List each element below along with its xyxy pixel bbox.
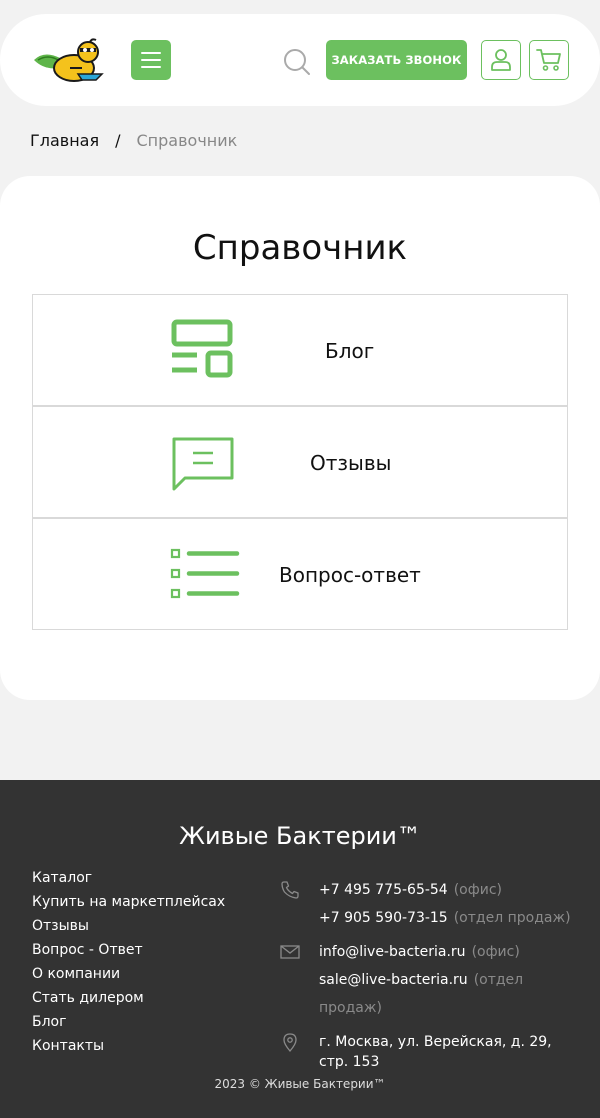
chat-bubble-icon	[172, 437, 234, 491]
phone-row: +7 495 775-65-54 (офис)	[280, 876, 580, 904]
phone-link[interactable]: +7 905 590-73-15	[319, 910, 448, 926]
footer-nav: Каталог Купить на маркетплейсах Отзывы В…	[32, 866, 225, 1058]
main-card: Справочник Блог Отзывы Вопрос-ответ	[0, 176, 600, 700]
page-title: Справочник	[192, 228, 408, 268]
email-row: sale@live-bacteria.ru (отдел продаж)	[280, 966, 580, 1022]
search-icon[interactable]	[283, 48, 311, 76]
menu-line	[141, 66, 161, 68]
menu-line	[141, 59, 161, 61]
phone-row: +7 905 590-73-15 (отдел продаж)	[280, 904, 580, 932]
footer-link[interactable]: Вопрос - Ответ	[32, 938, 225, 962]
logo[interactable]	[30, 38, 110, 84]
catalog-item-label: Вопрос-ответ	[279, 563, 421, 587]
email-link[interactable]: sale@live-bacteria.ru	[319, 972, 468, 988]
footer-contacts: +7 495 775-65-54 (офис) +7 905 590-73-15 (…	[280, 876, 580, 1072]
cart-icon	[536, 49, 561, 71]
footer-brand: Живые Бактерии™	[179, 822, 421, 850]
footer-link[interactable]: Блог	[32, 1010, 225, 1034]
footer-link[interactable]: Стать дилером	[32, 986, 225, 1010]
mail-icon	[280, 945, 300, 959]
site-header: ЗАКАЗАТЬ ЗВОНОК	[0, 14, 600, 106]
checklist-icon	[170, 548, 240, 599]
phone-link[interactable]: +7 495 775-65-54	[319, 882, 448, 898]
breadcrumb-current: Справочник	[136, 131, 238, 150]
catalog-item-label: Блог	[325, 339, 375, 363]
footer-link[interactable]: Каталог	[32, 866, 225, 890]
blog-layout-icon	[171, 319, 233, 378]
catalog-item-blog[interactable]: Блог	[32, 294, 568, 406]
address-row: г. Москва, ул. Верейская, д. 29, стр. 15…	[280, 1028, 580, 1072]
email-note: (офис)	[471, 944, 520, 960]
footer-link[interactable]: Купить на маркетплейсах	[32, 890, 225, 914]
menu-button[interactable]	[131, 40, 171, 80]
address-line: г. Москва, ул. Верейская, д. 29,	[319, 1034, 552, 1050]
order-call-button[interactable]: ЗАКАЗАТЬ ЗВОНОК	[326, 40, 467, 80]
location-pin-icon	[283, 1033, 297, 1052]
catalog-item-faq[interactable]: Вопрос-ответ	[32, 518, 568, 630]
footer-link[interactable]: О компании	[32, 962, 225, 986]
phone-icon	[281, 881, 299, 899]
catalog-item-reviews[interactable]: Отзывы	[32, 406, 568, 518]
address-line: стр. 153	[319, 1054, 380, 1070]
email-row: info@live-bacteria.ru (офис)	[280, 938, 580, 966]
breadcrumb-home-link[interactable]: Главная	[30, 131, 99, 150]
copyright: 2023 © Живые Бактерии™	[214, 1077, 386, 1091]
site-footer: Живые Бактерии™ Каталог Купить на маркет…	[0, 780, 600, 1118]
footer-link[interactable]: Контакты	[32, 1034, 225, 1058]
breadcrumb-separator: /	[115, 131, 121, 150]
footer-link[interactable]: Отзывы	[32, 914, 225, 938]
cart-button[interactable]	[529, 40, 569, 80]
account-button[interactable]	[481, 40, 521, 80]
phone-note: (отдел продаж)	[453, 910, 571, 926]
breadcrumb: Главная / Справочник	[30, 131, 237, 150]
email-link[interactable]: info@live-bacteria.ru	[319, 944, 466, 960]
phone-note: (офис)	[453, 882, 502, 898]
menu-line	[141, 52, 161, 54]
catalog-item-label: Отзывы	[310, 451, 392, 475]
user-icon	[491, 49, 511, 71]
